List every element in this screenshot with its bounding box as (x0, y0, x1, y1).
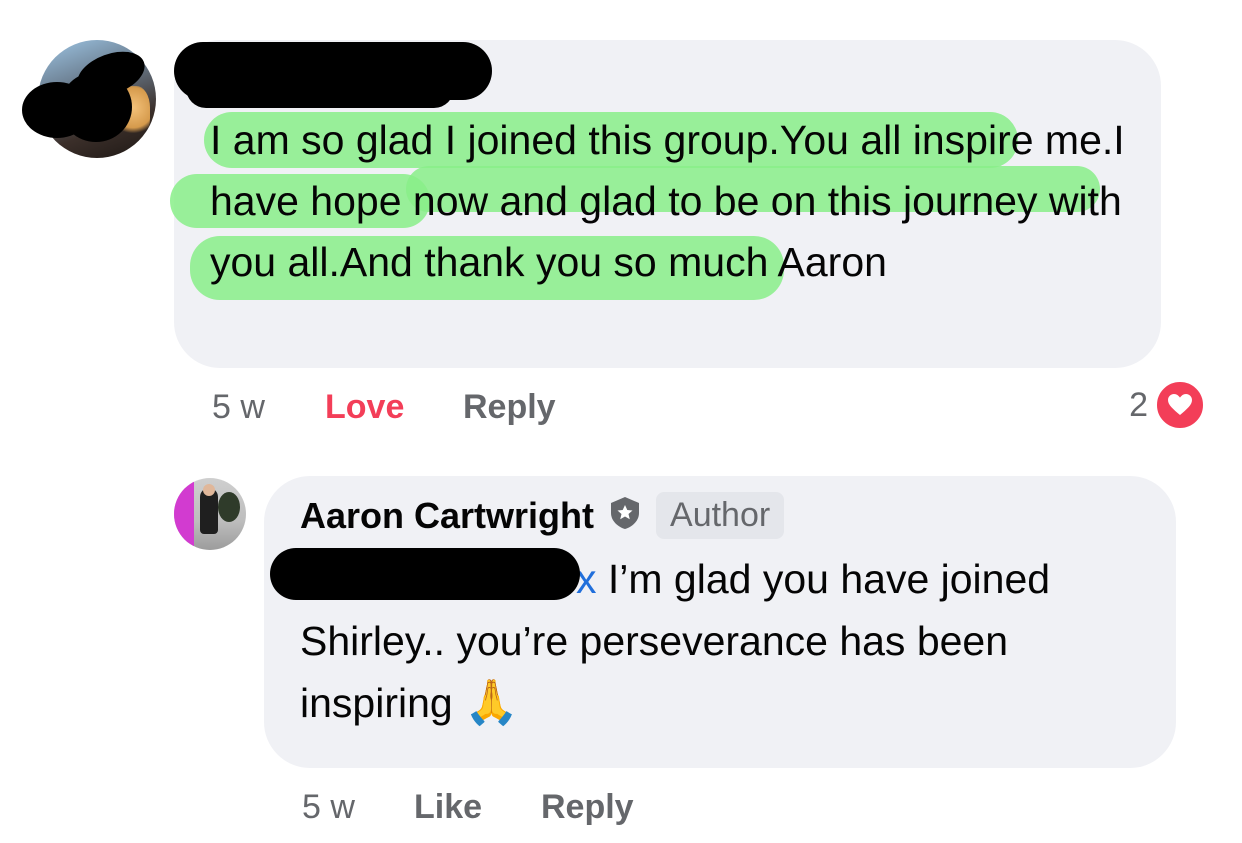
avatar-photo-detail (218, 492, 240, 522)
redaction-mark (186, 68, 454, 108)
love-button[interactable]: Love (325, 388, 404, 427)
reply-button[interactable]: Reply (463, 388, 556, 427)
author-badge: Author (656, 492, 785, 539)
reaction-summary[interactable]: 2 (1129, 379, 1206, 431)
avatar-photo-detail (174, 478, 194, 550)
reply-header: Aaron Cartwright Author (300, 492, 785, 539)
shield-icon (608, 495, 642, 536)
like-button[interactable]: Like (414, 788, 482, 827)
comment-timestamp: 5 w (212, 388, 265, 426)
redacted-mention (270, 548, 580, 600)
folded-hands-emoji: 🙏 (464, 677, 519, 728)
avatar-photo-detail (203, 484, 215, 496)
reply-timestamp: 5 w (302, 788, 355, 826)
heart-icon (1154, 379, 1206, 431)
reaction-count: 2 (1129, 385, 1148, 424)
author-name[interactable]: Aaron Cartwright (300, 495, 594, 537)
author-avatar[interactable] (174, 478, 246, 550)
reply-button[interactable]: Reply (541, 788, 634, 827)
comment-text: I am so glad I joined this group.You all… (210, 117, 1125, 285)
